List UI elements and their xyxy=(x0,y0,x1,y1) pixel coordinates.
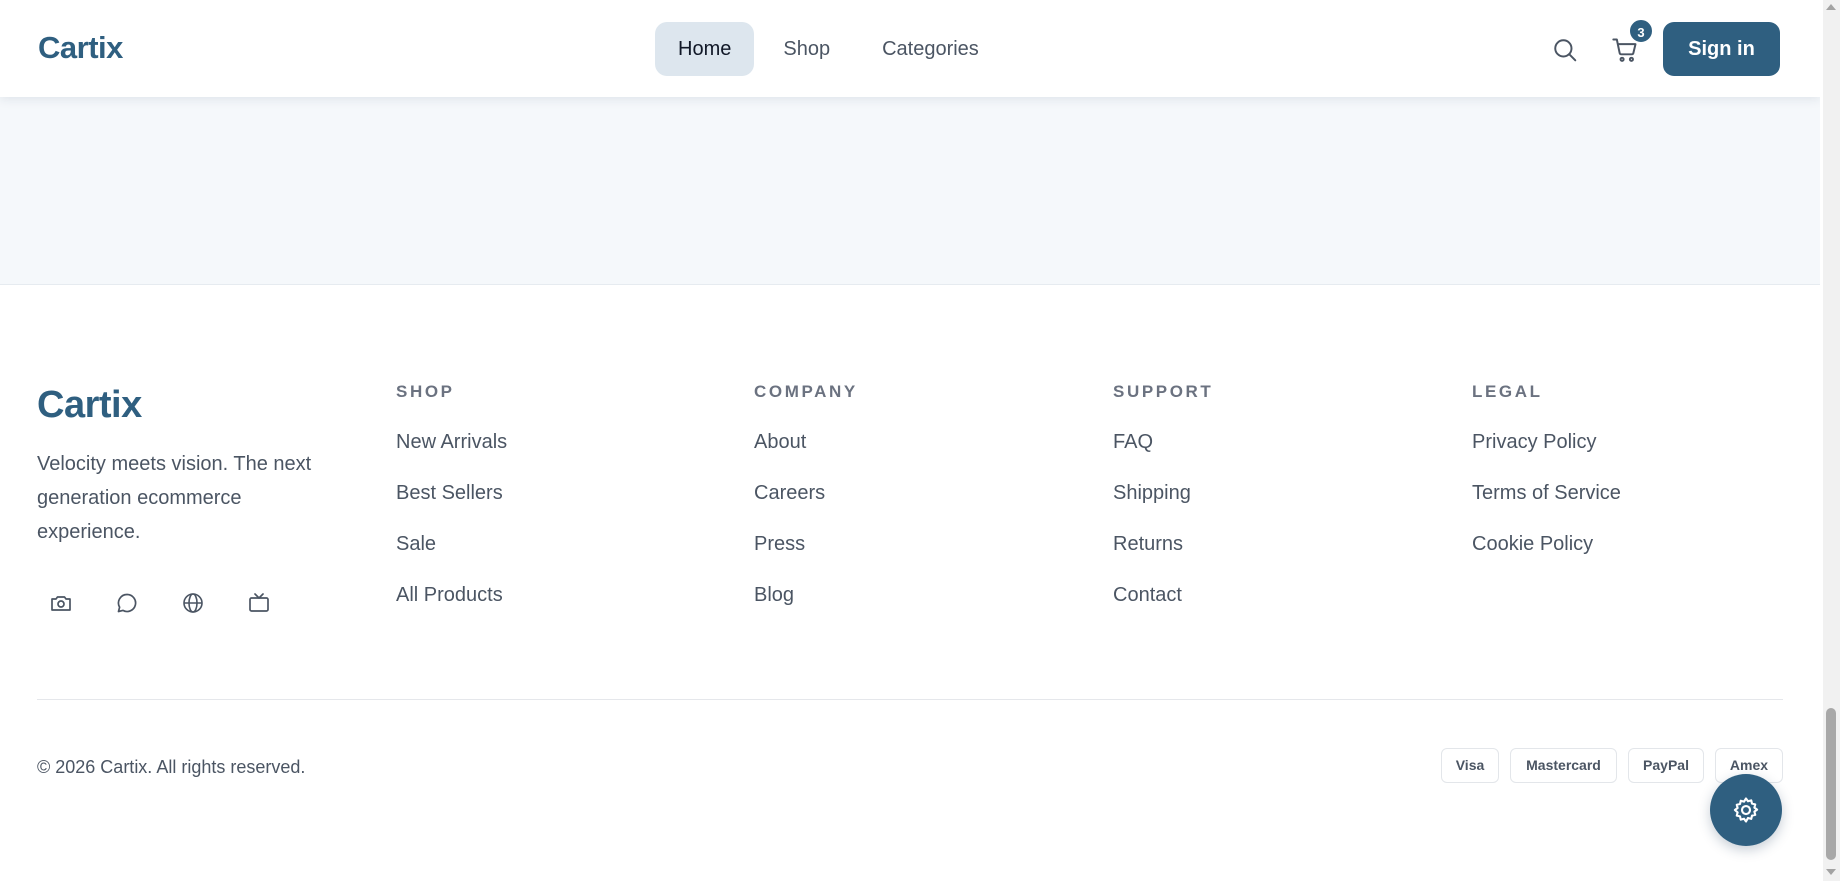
footer-link[interactable]: Press xyxy=(754,519,858,570)
footer-link[interactable]: Cookie Policy xyxy=(1472,519,1621,570)
scrollbar-thumb[interactable] xyxy=(1826,708,1836,860)
main-nav: Home Shop Categories xyxy=(655,22,1008,76)
nav-categories[interactable]: Categories xyxy=(859,22,1002,76)
footer-link[interactable]: New Arrivals xyxy=(396,417,507,468)
footer-column-legal: LEGAL Privacy Policy Terms of Service Co… xyxy=(1472,382,1621,570)
footer-link[interactable]: All Products xyxy=(396,570,507,621)
footer-link[interactable]: Careers xyxy=(754,468,858,519)
footer-link[interactable]: Privacy Policy xyxy=(1472,417,1621,468)
nav-home[interactable]: Home xyxy=(655,22,755,76)
payment-badge-visa: Visa xyxy=(1441,748,1499,783)
social-camera-link[interactable] xyxy=(45,587,77,619)
sign-in-button[interactable]: Sign in xyxy=(1663,22,1780,76)
footer-divider xyxy=(37,699,1783,700)
page: Cartix Home Shop Categories 3 Sign in Ca… xyxy=(0,0,1820,881)
footer-tagline: Velocity meets vision. The next generati… xyxy=(37,453,312,543)
footer-column-support: SUPPORT FAQ Shipping Returns Contact xyxy=(1113,382,1213,621)
camera-icon xyxy=(51,596,71,611)
footer-link[interactable]: Returns xyxy=(1113,519,1213,570)
copyright-text: © 2026 Cartix. All rights reserved. xyxy=(37,757,306,777)
tv-icon xyxy=(249,593,269,612)
footer-column-shop: SHOP New Arrivals Best Sellers Sale All … xyxy=(396,382,507,621)
social-tv-link[interactable] xyxy=(243,587,275,619)
column-title: LEGAL xyxy=(1472,382,1543,401)
footer-link[interactable]: FAQ xyxy=(1113,417,1213,468)
social-chat-link[interactable] xyxy=(111,587,143,619)
column-title: SUPPORT xyxy=(1113,382,1214,401)
payment-badge-mastercard: Mastercard xyxy=(1510,748,1617,783)
search-icon xyxy=(1554,39,1577,62)
footer-link[interactable]: Best Sellers xyxy=(396,468,507,519)
scroll-up-arrow-icon[interactable] xyxy=(1826,4,1836,10)
footer-link[interactable]: About xyxy=(754,417,858,468)
cart-count-badge: 3 xyxy=(1628,18,1654,44)
column-title: COMPANY xyxy=(754,382,858,401)
site-header: Cartix Home Shop Categories 3 Sign in xyxy=(0,0,1820,97)
footer-column-company: COMPANY About Careers Press Blog xyxy=(754,382,858,621)
scroll-down-arrow-icon[interactable] xyxy=(1826,869,1836,875)
header-logo[interactable]: Cartix xyxy=(38,30,123,66)
footer-link[interactable]: Shipping xyxy=(1113,468,1213,519)
globe-icon xyxy=(183,593,203,613)
nav-shop[interactable]: Shop xyxy=(760,22,853,76)
column-title: SHOP xyxy=(396,382,455,401)
footer-link[interactable]: Terms of Service xyxy=(1472,468,1621,519)
social-globe-link[interactable] xyxy=(177,587,209,619)
footer-link[interactable]: Contact xyxy=(1113,570,1213,621)
gear-icon xyxy=(1733,797,1759,823)
chat-icon xyxy=(117,593,137,613)
footer-link[interactable]: Sale xyxy=(396,519,507,570)
settings-fab-button[interactable] xyxy=(1710,774,1782,846)
search-button[interactable] xyxy=(1545,30,1585,70)
footer-brand[interactable]: Cartix xyxy=(37,384,142,427)
payment-badge-paypal: PayPal xyxy=(1628,748,1704,783)
footer-link[interactable]: Blog xyxy=(754,570,858,621)
